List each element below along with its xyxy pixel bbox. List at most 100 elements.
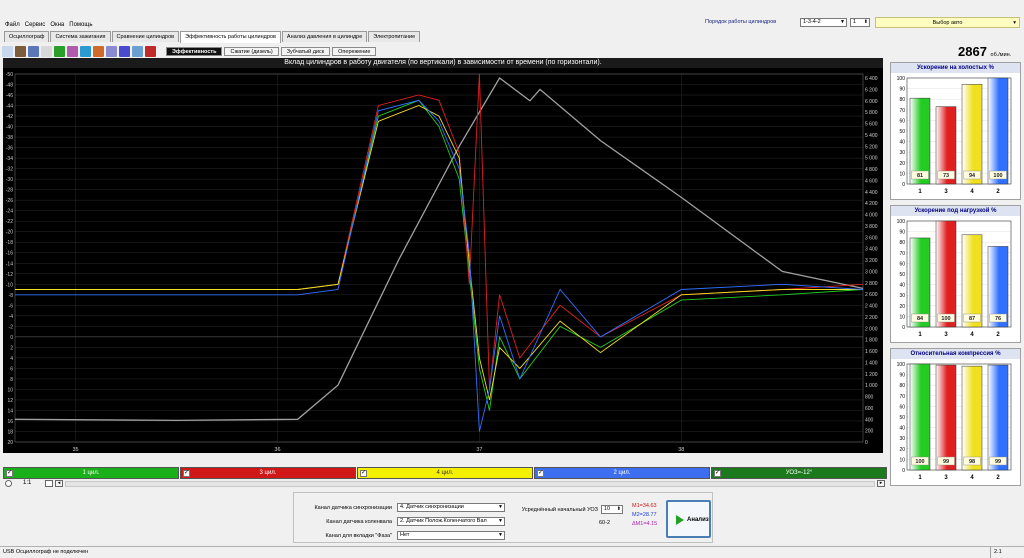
- bar-label: 2: [996, 475, 1000, 481]
- phase-select[interactable]: Нет ▼: [397, 531, 505, 540]
- y-right-tick: 6 400: [865, 76, 878, 82]
- settings-icon[interactable]: [28, 45, 39, 57]
- channel-toggle-0[interactable]: ✓ 1 цил.: [3, 467, 179, 479]
- checkbox-icon[interactable]: ✓: [360, 470, 367, 477]
- tab-2[interactable]: Сравнение цилиндров: [111, 31, 180, 42]
- uoz-label: Усреднённый начальный УОЗ: [521, 507, 598, 513]
- y-right-tick: 200: [865, 429, 874, 435]
- chart-icon[interactable]: [67, 45, 78, 57]
- scroll-left-icon[interactable]: ◂: [55, 480, 63, 487]
- horizontal-scrollbar[interactable]: [65, 481, 875, 487]
- delta-m-value: ΔM1=4.15: [632, 521, 658, 527]
- y-tick-label: 10: [899, 457, 905, 463]
- y-left-tick: 12: [7, 398, 13, 404]
- m1-value: M1=34.63: [632, 503, 657, 509]
- menu-help[interactable]: Помощь: [69, 22, 92, 28]
- subtab-3[interactable]: Опережение: [332, 46, 377, 56]
- checkbox-icon[interactable]: ✓: [183, 470, 190, 477]
- y-right-tick: 3 400: [865, 247, 878, 253]
- subtab-1[interactable]: Сжатие (дизель): [224, 46, 279, 56]
- channels-icon[interactable]: [80, 45, 91, 57]
- menu-windows[interactable]: Окна: [50, 22, 64, 28]
- checkbox-icon[interactable]: ✓: [6, 470, 13, 477]
- tab-1[interactable]: Система зажигания: [50, 31, 111, 42]
- y-tick-label: 20: [899, 304, 905, 310]
- bar-label: 2: [996, 189, 1000, 195]
- bar-value: 98: [969, 459, 975, 465]
- y-tick-label: 70: [899, 251, 905, 257]
- channel-toggle-1[interactable]: ✓ 3 цил.: [180, 467, 356, 479]
- tab-0[interactable]: Осциллограф: [4, 31, 50, 42]
- y-left-tick: 8: [10, 377, 13, 383]
- menu-service[interactable]: Сервис: [25, 22, 46, 28]
- toolbar: Эффективность Сжатие (дизель) Зубчатый дис…: [2, 44, 378, 58]
- y-right-tick: 6 000: [865, 99, 878, 105]
- channel-toggle-2[interactable]: ✓ 4 цил.: [357, 467, 533, 479]
- grid-icon[interactable]: [41, 45, 52, 57]
- panel-chart: 10090807060504030201008117339441002: [897, 76, 1012, 195]
- tab-3[interactable]: Эффективность работы цилиндров: [180, 31, 281, 43]
- settings-panel: Канал датчика синхронизации 4. Датчик си…: [293, 492, 713, 543]
- panel-title: Относительная компрессия %: [891, 349, 1020, 359]
- crank-select[interactable]: 2. Датчик Полож.Коленчатого Вал ▼: [397, 517, 505, 526]
- cursor-icon[interactable]: [106, 45, 117, 57]
- y-tick-label: 40: [899, 283, 905, 289]
- chevron-down-icon: ▼: [498, 504, 503, 510]
- zoom-icon[interactable]: [132, 45, 143, 57]
- y-right-tick: 3 600: [865, 235, 878, 241]
- channel-toggle-3[interactable]: ✓ 2 цил.: [534, 467, 710, 479]
- bar: [909, 363, 931, 471]
- y-tick-label: 60: [899, 404, 905, 410]
- phase-label: Канал для вкладки "Фаза": [325, 533, 392, 539]
- bold-b-icon[interactable]: [15, 45, 26, 57]
- zoom-out-icon[interactable]: [5, 480, 12, 487]
- y-left-tick: 0: [10, 335, 13, 341]
- y-tick-label: 40: [899, 140, 905, 146]
- subtab-2[interactable]: Зубчатый диск: [280, 46, 331, 56]
- signal-icon[interactable]: [119, 45, 130, 57]
- y-left-tick: -8: [9, 293, 14, 299]
- bar-label: 2: [996, 332, 1000, 338]
- y-tick-label: 30: [899, 293, 905, 299]
- panel-chart: 10090807060504030201001001993984992: [897, 362, 1012, 481]
- y-left-tick: -40: [6, 125, 13, 131]
- channel-toggle-4[interactable]: ✓ УОЗ=-12°: [711, 467, 887, 479]
- menu-file[interactable]: Файл: [5, 22, 20, 28]
- subtab-0[interactable]: Эффективность: [166, 46, 223, 56]
- channel-label: 4 цил.: [436, 470, 454, 476]
- bar-value: 87: [969, 316, 975, 322]
- scroll-right-icon[interactable]: ▸: [877, 480, 885, 487]
- y-left-tick: -18: [6, 240, 13, 246]
- y-left-tick: -36: [6, 146, 13, 152]
- y-tick-label: 20: [899, 447, 905, 453]
- main-chart[interactable]: Вклад цилиндров в работу двигателя (по в…: [3, 58, 883, 453]
- checkbox-icon[interactable]: ✓: [714, 470, 721, 477]
- tab-5[interactable]: Электропитание: [368, 31, 421, 42]
- checkbox-icon[interactable]: ✓: [537, 470, 544, 477]
- y-tick-label: 30: [899, 436, 905, 442]
- channel-label: УОЗ=-12°: [785, 470, 813, 476]
- y-left-tick: -24: [6, 209, 13, 215]
- wave-icon[interactable]: [54, 45, 65, 57]
- y-tick-label: 50: [899, 415, 905, 421]
- tab-4[interactable]: Анализ давления в цилиндре: [281, 31, 368, 42]
- bar-chart-icon[interactable]: [145, 45, 156, 57]
- chevron-down-icon: ▼: [840, 19, 845, 25]
- y-tick-label: 50: [899, 272, 905, 278]
- y-right-tick: 5 000: [865, 156, 878, 162]
- connect-icon[interactable]: [2, 45, 13, 57]
- firing-order-select[interactable]: 1-3-4-2 ▼: [800, 18, 847, 27]
- y-right-tick: 800: [865, 395, 874, 401]
- bar-value: 99: [995, 459, 1001, 465]
- y-tick-label: 40: [899, 426, 905, 432]
- auto-select-dropdown[interactable]: Выбор авто ▾: [875, 17, 1020, 28]
- y-right-tick: 1 600: [865, 349, 878, 355]
- firing-order-spin[interactable]: 1 ⬍: [850, 18, 870, 27]
- bar-label: 4: [970, 475, 974, 481]
- uoz-spin[interactable]: 10 ⬍: [601, 505, 623, 514]
- sync-select[interactable]: 4. Датчик синхронизации ▼: [397, 503, 505, 512]
- zoom-in-icon[interactable]: [45, 480, 53, 487]
- y-left-tick: -34: [6, 156, 13, 162]
- filter-icon[interactable]: [93, 45, 104, 57]
- analysis-button[interactable]: Анализ: [666, 500, 711, 538]
